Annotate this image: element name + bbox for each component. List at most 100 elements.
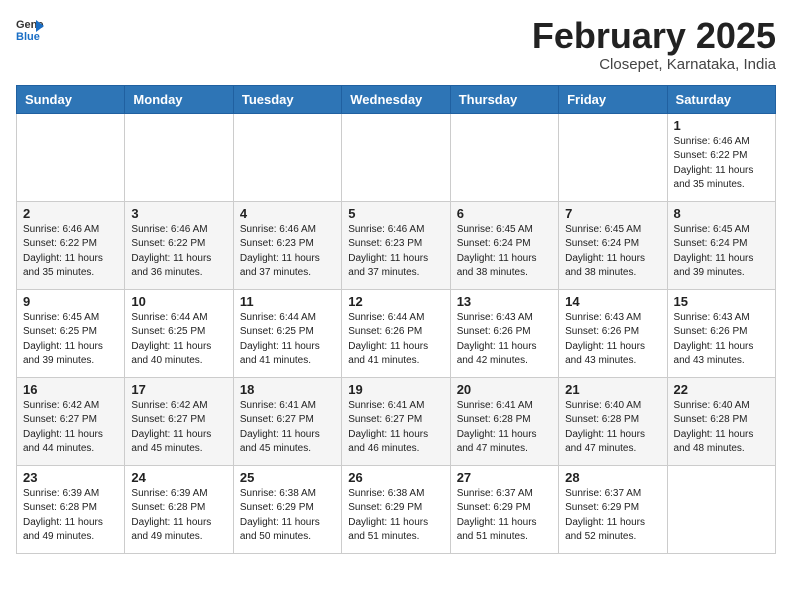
calendar-cell: 23 Sunrise: 6:39 AM Sunset: 6:28 PM Dayli… (17, 465, 125, 553)
day-number: 2 (23, 206, 118, 221)
weekday-row: SundayMondayTuesdayWednesdayThursdayFrid… (17, 85, 776, 113)
day-number: 24 (131, 470, 226, 485)
day-info: Sunrise: 6:43 AM Sunset: 6:26 PM Dayligh… (565, 311, 660, 369)
weekday-header: Saturday (667, 85, 775, 113)
calendar-cell (342, 113, 450, 201)
calendar-week-row: 2 Sunrise: 6:46 AM Sunset: 6:22 PM Daylig… (17, 201, 776, 289)
day-number: 10 (131, 294, 226, 309)
day-info: Sunrise: 6:46 AM Sunset: 6:22 PM Dayligh… (23, 223, 118, 281)
calendar-cell: 15 Sunrise: 6:43 AM Sunset: 6:26 PM Dayli… (667, 289, 775, 377)
day-info: Sunrise: 6:45 AM Sunset: 6:24 PM Dayligh… (565, 223, 660, 281)
day-number: 6 (457, 206, 552, 221)
calendar-cell: 9 Sunrise: 6:45 AM Sunset: 6:25 PM Daylig… (17, 289, 125, 377)
day-number: 8 (674, 206, 769, 221)
calendar-week-row: 9 Sunrise: 6:45 AM Sunset: 6:25 PM Daylig… (17, 289, 776, 377)
day-info: Sunrise: 6:40 AM Sunset: 6:28 PM Dayligh… (565, 399, 660, 457)
title-area: February 2025 Closepet, Karnataka, India (532, 16, 776, 73)
calendar-cell: 11Sunrise: 6:44 AM Sunset: 6:25 PM Dayli… (233, 289, 341, 377)
day-number: 17 (131, 382, 226, 397)
day-number: 14 (565, 294, 660, 309)
day-number: 19 (348, 382, 443, 397)
location: Closepet, Karnataka, India (532, 56, 776, 73)
weekday-header: Sunday (17, 85, 125, 113)
day-number: 26 (348, 470, 443, 485)
day-info: Sunrise: 6:46 AM Sunset: 6:22 PM Dayligh… (131, 223, 226, 281)
calendar-body: 1 Sunrise: 6:46 AM Sunset: 6:22 PM Daylig… (17, 113, 776, 553)
calendar-header: SundayMondayTuesdayWednesdayThursdayFrid… (17, 85, 776, 113)
calendar-cell (17, 113, 125, 201)
day-number: 3 (131, 206, 226, 221)
calendar-cell: 25 Sunrise: 6:38 AM Sunset: 6:29 PM Dayli… (233, 465, 341, 553)
day-info: Sunrise: 6:40 AM Sunset: 6:28 PM Dayligh… (674, 399, 769, 457)
weekday-header: Monday (125, 85, 233, 113)
day-info: Sunrise: 6:39 AM Sunset: 6:28 PM Dayligh… (131, 487, 226, 545)
day-number: 5 (348, 206, 443, 221)
day-info: Sunrise: 6:37 AM Sunset: 6:29 PM Dayligh… (565, 487, 660, 545)
day-number: 9 (23, 294, 118, 309)
weekday-header: Wednesday (342, 85, 450, 113)
day-info: Sunrise: 6:39 AM Sunset: 6:28 PM Dayligh… (23, 487, 118, 545)
calendar-cell: 3 Sunrise: 6:46 AM Sunset: 6:22 PM Daylig… (125, 201, 233, 289)
day-number: 18 (240, 382, 335, 397)
day-number: 4 (240, 206, 335, 221)
calendar-week-row: 23 Sunrise: 6:39 AM Sunset: 6:28 PM Dayli… (17, 465, 776, 553)
calendar-cell: 6 Sunrise: 6:45 AM Sunset: 6:24 PM Daylig… (450, 201, 558, 289)
calendar-cell: 7 Sunrise: 6:45 AM Sunset: 6:24 PM Daylig… (559, 201, 667, 289)
day-number: 21 (565, 382, 660, 397)
calendar-cell: 17 Sunrise: 6:42 AM Sunset: 6:27 PM Dayli… (125, 377, 233, 465)
day-info: Sunrise: 6:44 AM Sunset: 6:25 PM Dayligh… (131, 311, 226, 369)
day-info: Sunrise: 6:38 AM Sunset: 6:29 PM Dayligh… (348, 487, 443, 545)
day-info: Sunrise: 6:43 AM Sunset: 6:26 PM Dayligh… (674, 311, 769, 369)
calendar-cell: 13Sunrise: 6:43 AM Sunset: 6:26 PM Dayli… (450, 289, 558, 377)
weekday-header: Thursday (450, 85, 558, 113)
calendar-cell (450, 113, 558, 201)
month-title: February 2025 (532, 16, 776, 56)
calendar-cell: 22Sunrise: 6:40 AM Sunset: 6:28 PM Dayli… (667, 377, 775, 465)
calendar-cell: 2 Sunrise: 6:46 AM Sunset: 6:22 PM Daylig… (17, 201, 125, 289)
day-info: Sunrise: 6:45 AM Sunset: 6:25 PM Dayligh… (23, 311, 118, 369)
weekday-header: Friday (559, 85, 667, 113)
calendar-table: SundayMondayTuesdayWednesdayThursdayFrid… (16, 85, 776, 554)
calendar-cell: 19 Sunrise: 6:41 AM Sunset: 6:27 PM Dayli… (342, 377, 450, 465)
day-info: Sunrise: 6:46 AM Sunset: 6:22 PM Dayligh… (674, 135, 769, 193)
calendar-cell: 8Sunrise: 6:45 AM Sunset: 6:24 PM Daylig… (667, 201, 775, 289)
day-number: 27 (457, 470, 552, 485)
day-info: Sunrise: 6:44 AM Sunset: 6:25 PM Dayligh… (240, 311, 335, 369)
calendar-week-row: 1 Sunrise: 6:46 AM Sunset: 6:22 PM Daylig… (17, 113, 776, 201)
calendar-cell: 24 Sunrise: 6:39 AM Sunset: 6:28 PM Dayli… (125, 465, 233, 553)
day-number: 15 (674, 294, 769, 309)
day-number: 7 (565, 206, 660, 221)
day-info: Sunrise: 6:41 AM Sunset: 6:27 PM Dayligh… (348, 399, 443, 457)
day-info: Sunrise: 6:46 AM Sunset: 6:23 PM Dayligh… (240, 223, 335, 281)
day-info: Sunrise: 6:43 AM Sunset: 6:26 PM Dayligh… (457, 311, 552, 369)
weekday-header: Tuesday (233, 85, 341, 113)
day-info: Sunrise: 6:41 AM Sunset: 6:28 PM Dayligh… (457, 399, 552, 457)
calendar-cell (559, 113, 667, 201)
logo: General Blue (16, 16, 44, 44)
day-info: Sunrise: 6:45 AM Sunset: 6:24 PM Dayligh… (457, 223, 552, 281)
calendar-cell: 16 Sunrise: 6:42 AM Sunset: 6:27 PM Dayli… (17, 377, 125, 465)
day-info: Sunrise: 6:44 AM Sunset: 6:26 PM Dayligh… (348, 311, 443, 369)
day-info: Sunrise: 6:42 AM Sunset: 6:27 PM Dayligh… (23, 399, 118, 457)
day-info: Sunrise: 6:37 AM Sunset: 6:29 PM Dayligh… (457, 487, 552, 545)
day-info: Sunrise: 6:38 AM Sunset: 6:29 PM Dayligh… (240, 487, 335, 545)
day-number: 25 (240, 470, 335, 485)
day-number: 28 (565, 470, 660, 485)
day-number: 16 (23, 382, 118, 397)
calendar-cell: 1 Sunrise: 6:46 AM Sunset: 6:22 PM Daylig… (667, 113, 775, 201)
calendar-cell (667, 465, 775, 553)
day-number: 1 (674, 118, 769, 133)
calendar-cell: 28 Sunrise: 6:37 AM Sunset: 6:29 PM Dayli… (559, 465, 667, 553)
day-number: 12 (348, 294, 443, 309)
svg-text:Blue: Blue (16, 31, 40, 43)
calendar-cell: 4 Sunrise: 6:46 AM Sunset: 6:23 PM Daylig… (233, 201, 341, 289)
calendar-cell: 26 Sunrise: 6:38 AM Sunset: 6:29 PM Dayli… (342, 465, 450, 553)
calendar-cell: 10 Sunrise: 6:44 AM Sunset: 6:25 PM Dayli… (125, 289, 233, 377)
day-number: 23 (23, 470, 118, 485)
calendar-cell: 12 Sunrise: 6:44 AM Sunset: 6:26 PM Dayli… (342, 289, 450, 377)
calendar-cell: 20 Sunrise: 6:41 AM Sunset: 6:28 PM Dayli… (450, 377, 558, 465)
day-info: Sunrise: 6:42 AM Sunset: 6:27 PM Dayligh… (131, 399, 226, 457)
page-header: General Blue February 2025 Closepet, Kar… (16, 16, 776, 73)
calendar-cell: 14 Sunrise: 6:43 AM Sunset: 6:26 PM Dayli… (559, 289, 667, 377)
day-number: 20 (457, 382, 552, 397)
